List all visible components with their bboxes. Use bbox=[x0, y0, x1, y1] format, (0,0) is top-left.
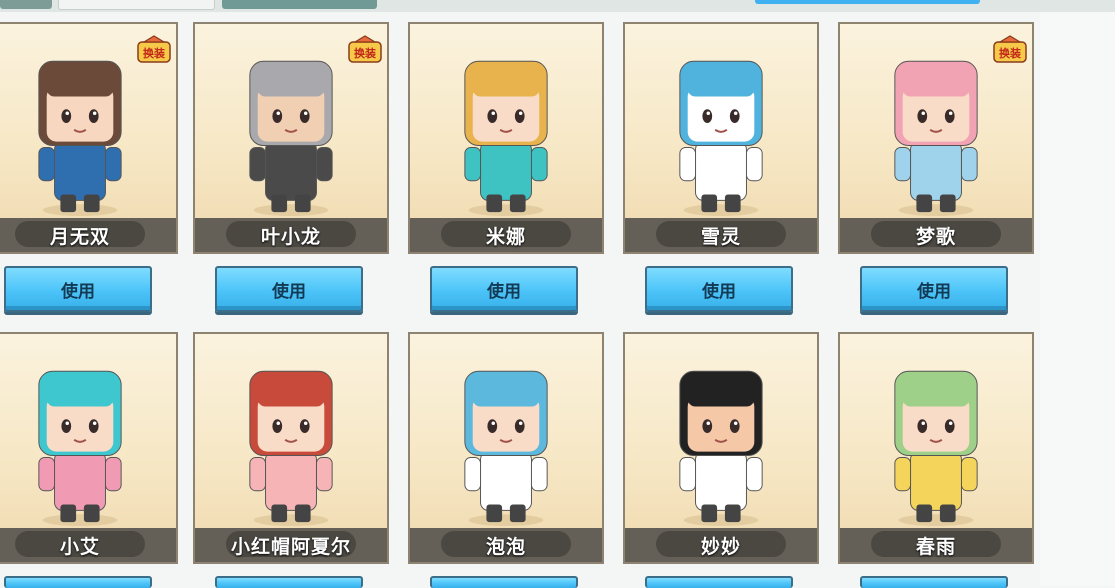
skin-name: 妙妙 bbox=[700, 535, 741, 558]
badge-label: 换装 bbox=[143, 46, 165, 60]
skin-name: 梦歌 bbox=[915, 225, 956, 248]
use-button[interactable] bbox=[645, 576, 793, 588]
skin-card[interactable]: 妙妙 bbox=[623, 332, 819, 564]
use-button[interactable]: 使用 bbox=[860, 266, 1008, 312]
skin-card[interactable]: 小艾 bbox=[0, 332, 178, 564]
top-tab-bar bbox=[0, 0, 1115, 12]
skin-card[interactable]: 换装 叶小龙 bbox=[193, 22, 389, 254]
use-button[interactable]: 使用 bbox=[645, 266, 793, 312]
skin-name-bar: 米娜 bbox=[410, 218, 602, 252]
use-button[interactable] bbox=[860, 576, 1008, 588]
skin-name-bar: 妙妙 bbox=[625, 528, 817, 562]
change-outfit-badge: 换装 bbox=[137, 35, 171, 63]
skin-card[interactable]: 春雨 bbox=[838, 332, 1034, 564]
tab-segment[interactable] bbox=[58, 0, 215, 10]
skin-card[interactable]: 雪灵 bbox=[623, 22, 819, 254]
skin-name: 米娜 bbox=[485, 225, 526, 248]
skin-name: 小红帽阿夏尔 bbox=[230, 535, 351, 558]
badge-label: 换装 bbox=[354, 46, 376, 60]
skin-name: 小艾 bbox=[59, 535, 100, 558]
badge-label: 换装 bbox=[999, 46, 1021, 60]
skin-name: 雪灵 bbox=[700, 225, 741, 248]
tab-highlight bbox=[755, 0, 980, 4]
character-portrait bbox=[679, 370, 763, 527]
use-button[interactable] bbox=[215, 576, 363, 588]
skin-name-bar: 小红帽阿夏尔 bbox=[195, 528, 387, 562]
skin-name-bar: 泡泡 bbox=[410, 528, 602, 562]
skin-name-bar: 春雨 bbox=[840, 528, 1032, 562]
change-outfit-badge: 换装 bbox=[993, 35, 1027, 63]
skin-card[interactable]: 换装 月无双 bbox=[0, 22, 178, 254]
use-button[interactable]: 使用 bbox=[430, 266, 578, 312]
tab-segment[interactable] bbox=[0, 0, 52, 9]
skin-name-bar: 梦歌 bbox=[840, 218, 1032, 252]
character-portrait bbox=[464, 60, 548, 217]
character-portrait bbox=[38, 370, 122, 527]
use-button[interactable] bbox=[430, 576, 578, 588]
character-portrait bbox=[894, 370, 978, 527]
character-portrait bbox=[464, 370, 548, 527]
character-portrait bbox=[679, 60, 763, 217]
use-button[interactable]: 使用 bbox=[4, 266, 152, 312]
skin-name-bar: 雪灵 bbox=[625, 218, 817, 252]
skin-card[interactable]: 米娜 bbox=[408, 22, 604, 254]
skin-card[interactable]: 泡泡 bbox=[408, 332, 604, 564]
skin-name-bar: 叶小龙 bbox=[195, 218, 387, 252]
use-button[interactable]: 使用 bbox=[215, 266, 363, 312]
skin-name: 泡泡 bbox=[485, 535, 526, 558]
change-outfit-badge: 换装 bbox=[348, 35, 382, 63]
tab-segment[interactable] bbox=[222, 0, 377, 9]
skin-card[interactable]: 小红帽阿夏尔 bbox=[193, 332, 389, 564]
character-portrait bbox=[249, 370, 333, 527]
side-panel bbox=[1040, 12, 1115, 586]
skin-name-bar: 小艾 bbox=[0, 528, 176, 562]
skin-card[interactable]: 换装 梦歌 bbox=[838, 22, 1034, 254]
use-button[interactable] bbox=[4, 576, 152, 588]
skin-name: 叶小龙 bbox=[260, 225, 321, 248]
skin-name: 月无双 bbox=[49, 225, 110, 248]
skin-name: 春雨 bbox=[915, 535, 956, 558]
skin-name-bar: 月无双 bbox=[0, 218, 176, 252]
